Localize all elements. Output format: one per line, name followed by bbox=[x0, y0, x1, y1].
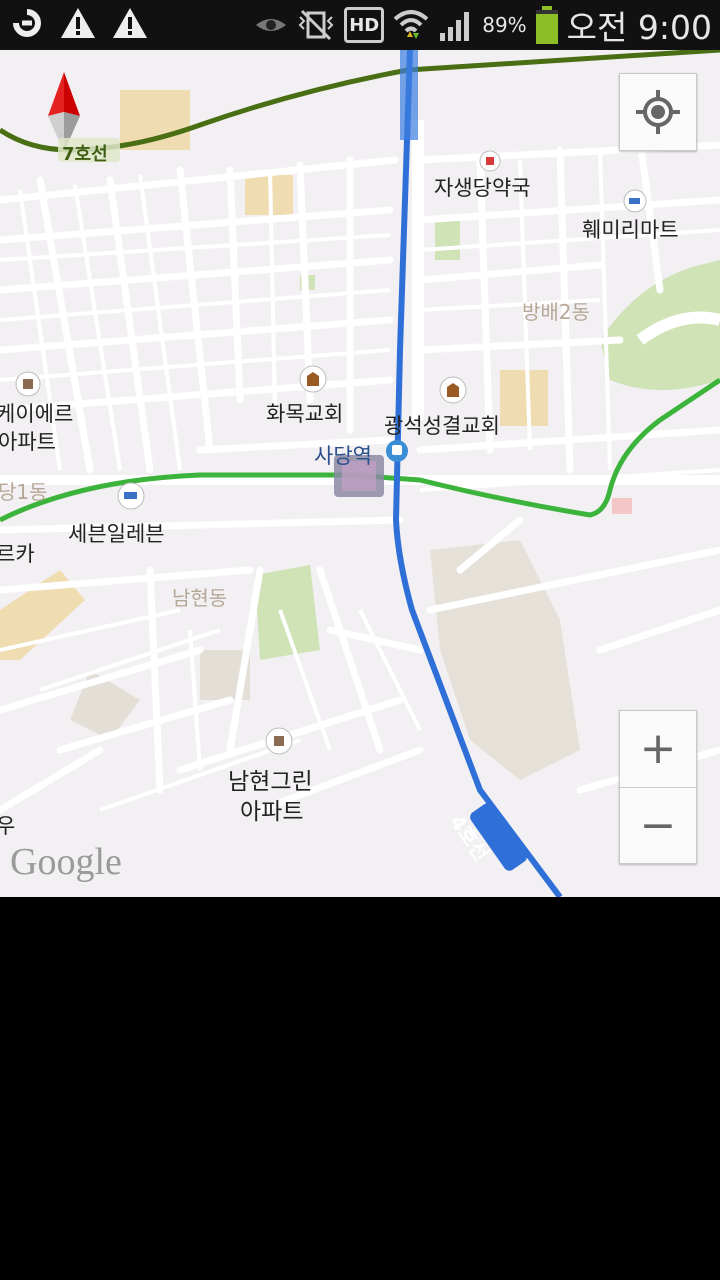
app-notification-icon bbox=[13, 9, 41, 37]
clock: 오전 9:00 bbox=[566, 8, 712, 47]
partial-label-u: 우 bbox=[0, 814, 16, 838]
area-label-bangbae2: 방배2동 bbox=[522, 300, 590, 324]
apt-namhyeon-label-line2[interactable]: 아파트 bbox=[240, 792, 303, 826]
subway-station-icon bbox=[386, 440, 408, 462]
park-area bbox=[255, 565, 320, 660]
church-hwamok-label[interactable]: 화목교회 bbox=[266, 398, 343, 428]
shop-marker bbox=[623, 189, 647, 213]
building-marker bbox=[265, 727, 293, 755]
wifi-icon bbox=[393, 10, 429, 39]
church-marker bbox=[299, 365, 327, 393]
building-block bbox=[500, 370, 548, 426]
my-location-button[interactable] bbox=[619, 73, 697, 151]
map-view[interactable]: 7호선 4호선 자생당약국 훼미리마트 방배2동 화목교회 광석성결교회 케이에… bbox=[0, 50, 720, 897]
partial-label-ka: 르카 bbox=[0, 542, 35, 566]
apt-a-label-line1[interactable]: 케이에르 bbox=[0, 398, 73, 428]
empty-black-area bbox=[0, 897, 720, 1280]
building-block bbox=[612, 498, 632, 514]
zoom-in-label: + bbox=[639, 723, 677, 774]
pharmacy-label[interactable]: 자생당약국 bbox=[434, 172, 531, 202]
terrain-area bbox=[430, 540, 580, 780]
battery-icon bbox=[535, 6, 558, 44]
zoom-out-button[interactable]: − bbox=[620, 788, 696, 863]
status-bar: HD 89% 오전 9:00 bbox=[0, 0, 720, 50]
shop-marker bbox=[117, 482, 145, 510]
store-711-label[interactable]: 세븐일레븐 bbox=[68, 518, 165, 548]
subway-line-7 bbox=[0, 50, 720, 153]
area-label-namhyeon: 남현동 bbox=[172, 586, 228, 610]
church-gwangseok-label[interactable]: 광석성결교회 bbox=[384, 410, 500, 440]
park-area bbox=[435, 220, 460, 260]
map-base bbox=[0, 50, 720, 897]
google-attribution: Google bbox=[10, 841, 122, 883]
signal-icon bbox=[440, 12, 470, 41]
apt-a-label-line2[interactable]: 아파트 bbox=[0, 426, 56, 456]
area-label-dong1: 당1동 bbox=[0, 480, 48, 504]
eye-icon bbox=[256, 19, 287, 31]
battery-percent: 89% bbox=[482, 13, 527, 37]
zoom-controls: + − bbox=[619, 710, 697, 864]
hd-label: HD bbox=[349, 14, 380, 36]
crosshair-icon bbox=[636, 90, 680, 134]
hd-voice-icon: HD bbox=[344, 7, 385, 43]
zoom-in-button[interactable]: + bbox=[620, 711, 696, 787]
apt-namhyeon-label-line1[interactable]: 남현그린 bbox=[228, 762, 313, 796]
station-label[interactable]: 사당역 bbox=[314, 440, 372, 470]
warning-icon bbox=[113, 8, 147, 38]
zoom-out-label: − bbox=[639, 799, 677, 851]
pharmacy-marker bbox=[479, 150, 501, 172]
church-marker bbox=[439, 376, 467, 404]
warning-icon bbox=[61, 8, 95, 38]
mart-label[interactable]: 훼미리마트 bbox=[582, 214, 679, 244]
building-marker bbox=[15, 371, 41, 397]
vibrate-icon bbox=[298, 9, 334, 41]
line7-label: 7호선 bbox=[62, 144, 108, 165]
